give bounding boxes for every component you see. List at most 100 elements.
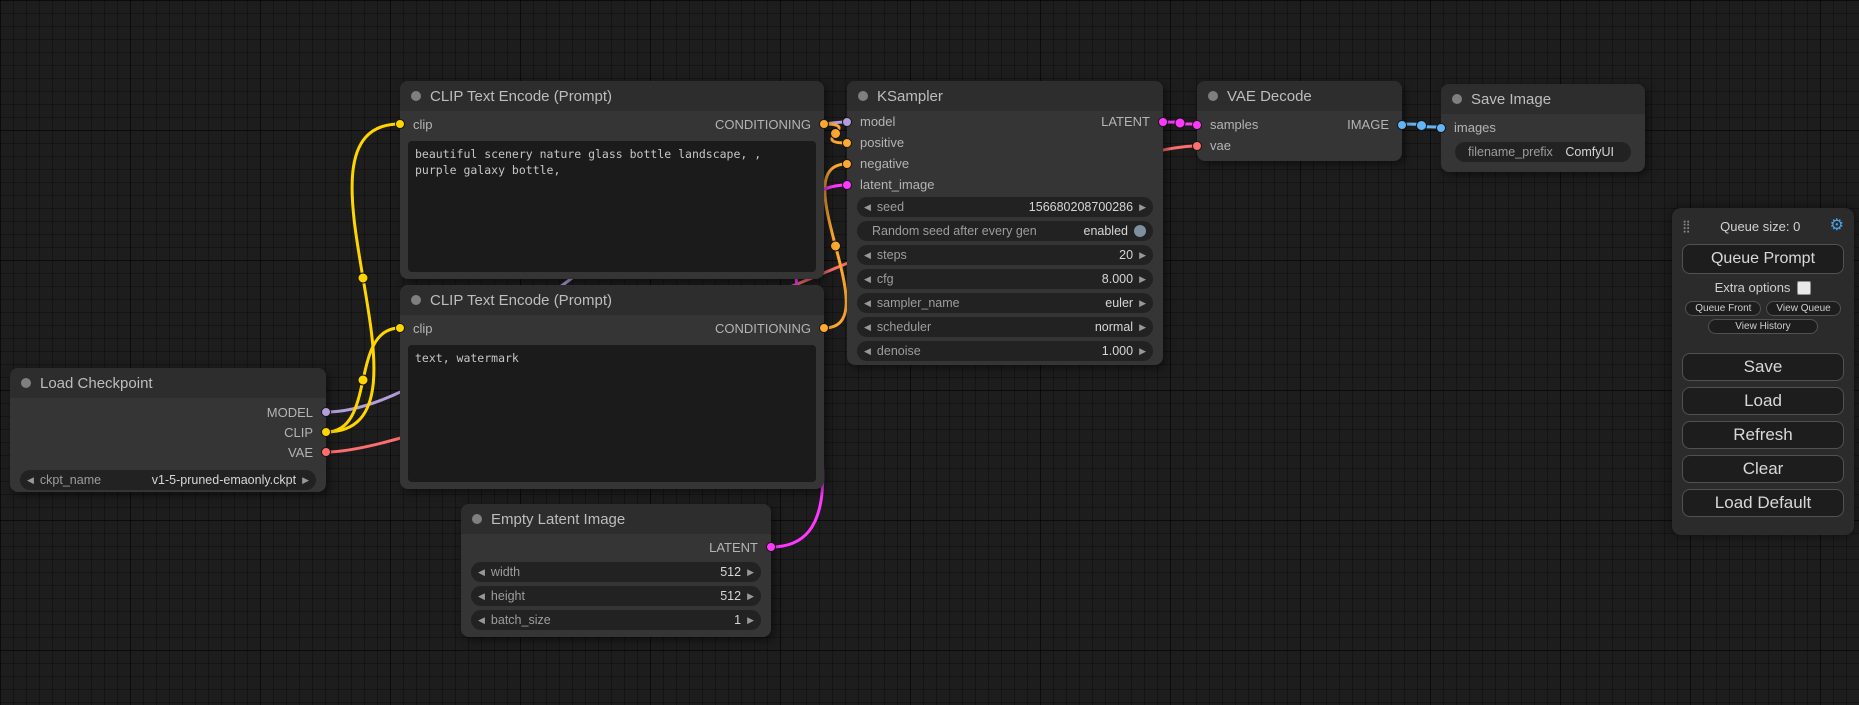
input-label-model: model: [860, 114, 895, 129]
widget-batch-size[interactable]: ◀ batch_size 1 ▶: [471, 610, 761, 630]
collapse-dot-icon[interactable]: [411, 295, 421, 305]
node-title-bar[interactable]: Load Checkpoint: [10, 368, 326, 398]
increment-arrow-icon[interactable]: ▶: [747, 616, 754, 625]
decrement-arrow-icon[interactable]: ◀: [864, 347, 871, 356]
output-dot-conditioning[interactable]: [819, 119, 829, 129]
input-dot-clip[interactable]: [395, 323, 405, 333]
widget-ckpt-name[interactable]: ◀ ckpt_name v1-5-pruned-emaonly.ckpt ▶: [20, 470, 316, 490]
increment-arrow-icon[interactable]: ▶: [1139, 251, 1146, 260]
refresh-button[interactable]: Refresh: [1682, 421, 1844, 449]
increment-arrow-icon[interactable]: ▶: [1139, 203, 1146, 212]
decrement-arrow-icon[interactable]: ◀: [478, 592, 485, 601]
input-label-negative: negative: [860, 156, 909, 171]
input-dot-images[interactable]: [1436, 123, 1446, 133]
node-empty-latent-image[interactable]: Empty Latent Image LATENT ◀ width 512 ▶ …: [461, 504, 771, 637]
widget-value: 20: [1119, 248, 1133, 262]
widget-seed[interactable]: ◀ seed 156680208700286 ▶: [857, 197, 1153, 217]
queue-prompt-button[interactable]: Queue Prompt: [1682, 244, 1844, 274]
input-dot-latent-image[interactable]: [842, 180, 852, 190]
input-dot-clip[interactable]: [395, 119, 405, 129]
collapse-dot-icon[interactable]: [1452, 94, 1462, 104]
decrement-arrow-icon[interactable]: ◀: [864, 275, 871, 284]
decrement-arrow-icon[interactable]: ◀: [27, 476, 34, 485]
settings-gear-icon[interactable]: ⚙: [1830, 218, 1844, 234]
input-label-latent-image: latent_image: [860, 177, 934, 192]
decrement-arrow-icon[interactable]: ◀: [864, 203, 871, 212]
slot-row-clip-conditioning: clip CONDITIONING: [400, 112, 824, 136]
toggle-indicator-icon[interactable]: [1134, 225, 1146, 237]
collapse-dot-icon[interactable]: [472, 514, 482, 524]
view-history-button[interactable]: View History: [1708, 319, 1818, 334]
input-slot-images: images: [1441, 117, 1645, 138]
input-dot-samples[interactable]: [1192, 120, 1202, 130]
input-dot-negative[interactable]: [842, 159, 852, 169]
widget-width[interactable]: ◀ width 512 ▶: [471, 562, 761, 582]
node-save-image[interactable]: Save Image images filename_prefix ComfyU…: [1441, 84, 1645, 172]
output-dot-conditioning[interactable]: [819, 323, 829, 333]
increment-arrow-icon[interactable]: ▶: [1139, 275, 1146, 284]
save-button[interactable]: Save: [1682, 353, 1844, 381]
widget-denoise[interactable]: ◀ denoise 1.000 ▶: [857, 341, 1153, 361]
decrement-arrow-icon[interactable]: ◀: [864, 251, 871, 260]
increment-arrow-icon[interactable]: ▶: [1139, 347, 1146, 356]
node-load-checkpoint[interactable]: Load Checkpoint MODEL CLIP VAE ◀ ckpt_na…: [10, 368, 326, 492]
node-ksampler[interactable]: KSampler model LATENT positive negative …: [847, 81, 1163, 365]
widget-height[interactable]: ◀ height 512 ▶: [471, 586, 761, 606]
node-title-bar[interactable]: CLIP Text Encode (Prompt): [400, 285, 824, 315]
decrement-arrow-icon[interactable]: ◀: [864, 323, 871, 332]
output-dot-model[interactable]: [321, 407, 331, 417]
node-title-bar[interactable]: KSampler: [847, 81, 1163, 111]
node-title-bar[interactable]: VAE Decode: [1197, 81, 1402, 111]
widget-steps[interactable]: ◀ steps 20 ▶: [857, 245, 1153, 265]
decrement-arrow-icon[interactable]: ◀: [478, 568, 485, 577]
node-vae-decode[interactable]: VAE Decode samples IMAGE vae: [1197, 81, 1402, 161]
widget-scheduler[interactable]: ◀ scheduler normal ▶: [857, 317, 1153, 337]
slot-row-samples-image: samples IMAGE: [1197, 114, 1402, 135]
queue-front-button[interactable]: Queue Front: [1685, 301, 1761, 316]
widget-filename-prefix[interactable]: filename_prefix ComfyUI: [1455, 142, 1631, 162]
increment-arrow-icon[interactable]: ▶: [1139, 299, 1146, 308]
prompt-textarea[interactable]: beautiful scenery nature glass bottle la…: [408, 141, 816, 272]
widget-value: 512: [720, 589, 741, 603]
output-dot-latent[interactable]: [766, 542, 776, 552]
output-dot-clip[interactable]: [321, 427, 331, 437]
load-button[interactable]: Load: [1682, 387, 1844, 415]
node-clip-text-encode-negative[interactable]: CLIP Text Encode (Prompt) clip CONDITION…: [400, 285, 824, 489]
widget-label: seed: [877, 200, 904, 214]
node-clip-text-encode-positive[interactable]: CLIP Text Encode (Prompt) clip CONDITION…: [400, 81, 824, 279]
collapse-dot-icon[interactable]: [1208, 91, 1218, 101]
increment-arrow-icon[interactable]: ▶: [302, 476, 309, 485]
extra-options-checkbox[interactable]: [1797, 281, 1811, 295]
increment-arrow-icon[interactable]: ▶: [1139, 323, 1146, 332]
increment-arrow-icon[interactable]: ▶: [747, 568, 754, 577]
decrement-arrow-icon[interactable]: ◀: [478, 616, 485, 625]
decrement-arrow-icon[interactable]: ◀: [864, 299, 871, 308]
node-title-bar[interactable]: Empty Latent Image: [461, 504, 771, 534]
extra-options-label: Extra options: [1715, 280, 1791, 295]
widget-sampler-name[interactable]: ◀ sampler_name euler ▶: [857, 293, 1153, 313]
output-dot-latent[interactable]: [1158, 117, 1168, 127]
collapse-dot-icon[interactable]: [411, 91, 421, 101]
widget-random-seed-toggle[interactable]: Random seed after every gen enabled: [857, 221, 1153, 241]
input-slot-negative: negative: [847, 153, 1163, 174]
drag-handle-icon[interactable]: ⣿: [1682, 219, 1691, 233]
node-title-bar[interactable]: CLIP Text Encode (Prompt): [400, 81, 824, 111]
output-slot-vae: VAE: [10, 442, 326, 462]
increment-arrow-icon[interactable]: ▶: [747, 592, 754, 601]
collapse-dot-icon[interactable]: [858, 91, 868, 101]
input-dot-positive[interactable]: [842, 138, 852, 148]
node-title-bar[interactable]: Save Image: [1441, 84, 1645, 114]
widget-value: euler: [1105, 296, 1133, 310]
load-default-button[interactable]: Load Default: [1682, 489, 1844, 517]
clear-button[interactable]: Clear: [1682, 455, 1844, 483]
input-dot-vae[interactable]: [1192, 141, 1202, 151]
view-queue-button[interactable]: View Queue: [1766, 301, 1840, 316]
input-label-vae: vae: [1210, 138, 1231, 153]
output-dot-image[interactable]: [1397, 120, 1407, 130]
widget-value: 1: [734, 613, 741, 627]
widget-cfg[interactable]: ◀ cfg 8.000 ▶: [857, 269, 1153, 289]
prompt-textarea[interactable]: text, watermark: [408, 345, 816, 482]
output-dot-vae[interactable]: [321, 447, 331, 457]
input-dot-model[interactable]: [842, 117, 852, 127]
collapse-dot-icon[interactable]: [21, 378, 31, 388]
